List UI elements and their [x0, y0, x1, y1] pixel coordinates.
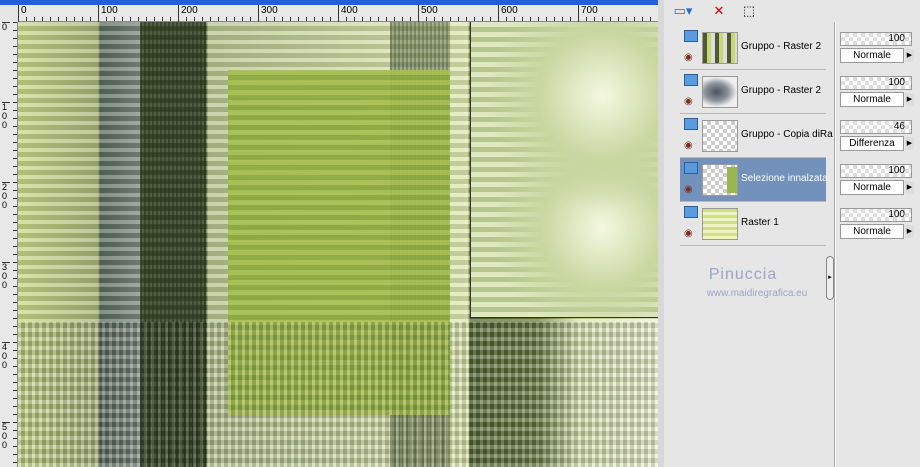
- eye-icon[interactable]: ◉: [684, 96, 693, 107]
- blend-mode-select[interactable]: Differenza: [840, 136, 904, 151]
- ruler-label: 200: [178, 5, 198, 22]
- blend-mode-select[interactable]: Normale: [840, 180, 904, 195]
- blend-arrow-icon[interactable]: ▶: [905, 49, 914, 62]
- blend-mode-select[interactable]: Normale: [840, 48, 904, 63]
- layer-name: Raster 1: [741, 217, 779, 228]
- layer-thumbnail: [702, 32, 738, 64]
- layer-icon: [684, 162, 698, 174]
- layer-name: Gruppo - Raster 2: [741, 85, 822, 96]
- ruler-label: 600: [498, 5, 518, 22]
- ruler-label: 0: [2, 22, 10, 32]
- layer-icon: [684, 30, 698, 42]
- layer-row-selected[interactable]: ◉ Selezione innalzata: [680, 158, 828, 202]
- eye-icon[interactable]: ◉: [684, 228, 693, 239]
- blend-arrow-icon[interactable]: ▶: [905, 181, 914, 194]
- layer-thumbnail: [702, 164, 738, 196]
- blend-arrow-icon[interactable]: ▶: [905, 225, 914, 238]
- ruler-label: 0: [18, 5, 27, 22]
- layer-row[interactable]: ◉ Raster 1: [680, 202, 826, 246]
- eye-icon[interactable]: ◉: [684, 140, 693, 151]
- canvas-floor: [18, 322, 658, 467]
- new-layer-icon[interactable]: ▭▾: [672, 2, 694, 20]
- ruler-label: 100: [98, 5, 118, 22]
- ruler-label: 400: [338, 5, 358, 22]
- layer-row[interactable]: ◉ Gruppo - Raster 2: [680, 70, 826, 114]
- layer-name: Selezione innalzata: [741, 173, 828, 184]
- canvas-swirl-area: [470, 22, 658, 318]
- layer-thumbnail: [702, 208, 738, 240]
- opacity-slider[interactable]: 100: [840, 32, 912, 46]
- blend-arrow-icon[interactable]: ▶: [905, 137, 914, 150]
- vertical-ruler: 0 100 200 300 400 500: [0, 22, 18, 467]
- delete-layer-icon[interactable]: ✕: [708, 2, 730, 20]
- image-canvas[interactable]: [18, 22, 658, 467]
- layer-thumbnail: [702, 120, 738, 152]
- ruler-label: 700: [578, 5, 598, 22]
- layer-row[interactable]: ◉ Gruppo - Copia diRa: [680, 114, 833, 158]
- panel-divider: [834, 22, 836, 467]
- layer-icon: [684, 206, 698, 218]
- ruler-label: 300: [258, 5, 278, 22]
- layer-thumbnail: [702, 76, 738, 108]
- eye-icon[interactable]: ◉: [684, 184, 693, 195]
- layers-toolbar: ▭▾ ✕ ⬚: [664, 0, 920, 22]
- layer-name: Gruppo - Copia diRa: [741, 129, 833, 140]
- layer-icon: [684, 74, 698, 86]
- opacity-slider[interactable]: 100: [840, 208, 912, 222]
- ruler-label: 300: [2, 262, 10, 290]
- opacity-slider[interactable]: 100: [840, 76, 912, 90]
- layer-name: Gruppo - Raster 2: [741, 41, 822, 52]
- canvas-scrollbar[interactable]: [658, 0, 664, 467]
- blend-mode-select[interactable]: Normale: [840, 224, 904, 239]
- watermark-url: www.maidiregrafica.eu: [706, 288, 808, 299]
- mask-brush-icon[interactable]: ⬚: [738, 2, 760, 20]
- opacity-slider[interactable]: 100: [840, 164, 912, 178]
- eye-icon[interactable]: ◉: [684, 52, 693, 63]
- layers-list: ◉ Gruppo - Raster 2 ◉ Gruppo - Raster 2 …: [680, 26, 833, 467]
- layer-icon: [684, 118, 698, 130]
- ruler-label: 500: [418, 5, 438, 22]
- ruler-label: 100: [2, 102, 10, 130]
- layer-row[interactable]: ◉ Gruppo - Raster 2: [680, 26, 826, 70]
- ruler-label: 400: [2, 342, 10, 370]
- ruler-label: 200: [2, 182, 10, 210]
- blend-mode-select[interactable]: Normale: [840, 92, 904, 107]
- opacity-slider[interactable]: 46: [840, 120, 912, 134]
- watermark-name: Pinuccia: [708, 266, 778, 283]
- horizontal-ruler: 0 100 200 300 400 500 600 700: [18, 5, 660, 22]
- blend-arrow-icon[interactable]: ▶: [905, 93, 914, 106]
- ruler-label: 500: [2, 422, 10, 450]
- panel-splitter[interactable]: ▸: [826, 256, 834, 300]
